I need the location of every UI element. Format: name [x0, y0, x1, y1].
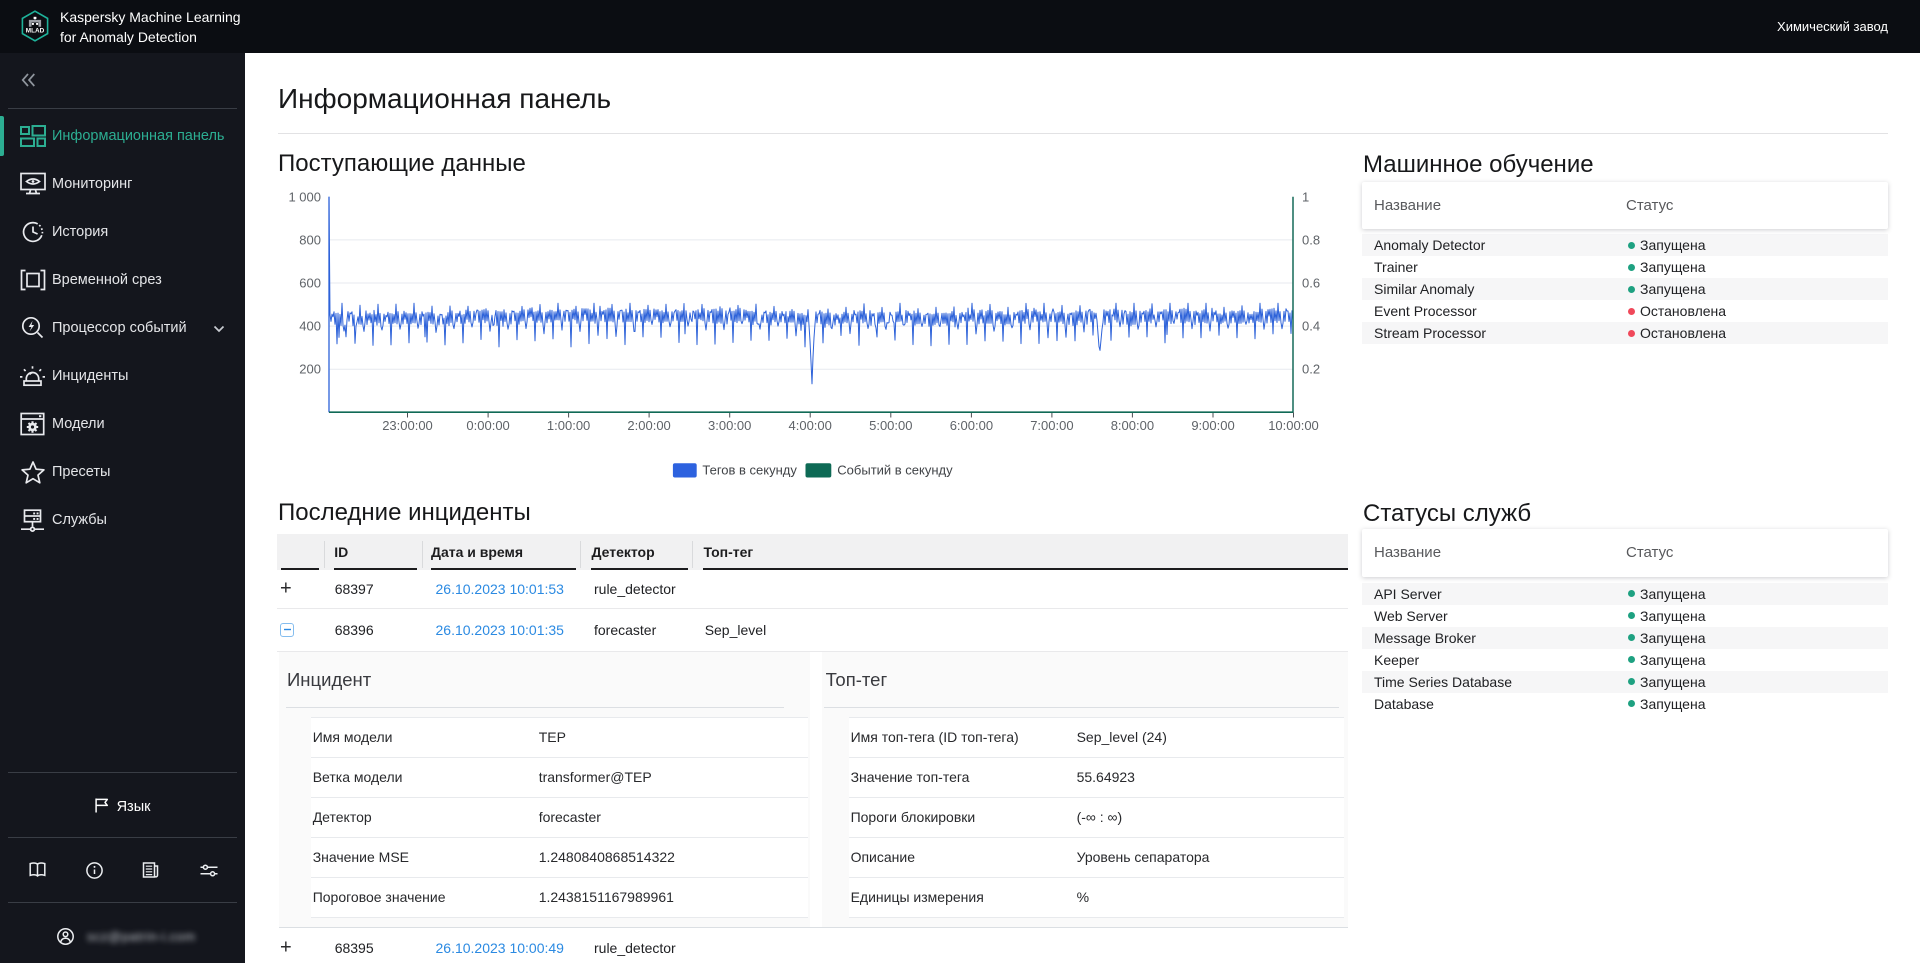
svg-text:1 000: 1 000	[288, 189, 321, 204]
svg-text:Тегов в секунду: Тегов в секунду	[702, 463, 797, 478]
svg-text:5:00:00: 5:00:00	[869, 418, 912, 433]
svg-text:8:00:00: 8:00:00	[1111, 418, 1154, 433]
svg-text:0.2: 0.2	[1302, 362, 1320, 377]
svg-text:3:00:00: 3:00:00	[708, 418, 751, 433]
svg-text:600: 600	[299, 276, 321, 291]
svg-text:0.6: 0.6	[1302, 276, 1320, 291]
svg-text:0:00:00: 0:00:00	[466, 418, 509, 433]
svg-text:800: 800	[299, 232, 321, 247]
svg-text:10:00:00: 10:00:00	[1268, 418, 1319, 433]
svg-text:400: 400	[299, 319, 321, 334]
svg-text:9:00:00: 9:00:00	[1191, 418, 1234, 433]
svg-text:4:00:00: 4:00:00	[789, 418, 832, 433]
svg-text:23:00:00: 23:00:00	[382, 418, 433, 433]
svg-text:0.8: 0.8	[1302, 232, 1320, 247]
svg-text:7:00:00: 7:00:00	[1030, 418, 1073, 433]
svg-text:0.4: 0.4	[1302, 319, 1320, 334]
svg-text:Событий в секунду: Событий в секунду	[837, 463, 953, 478]
svg-text:MLAD: MLAD	[26, 28, 45, 35]
svg-text:1: 1	[1302, 189, 1309, 204]
svg-text:6:00:00: 6:00:00	[950, 418, 993, 433]
svg-text:200: 200	[299, 362, 321, 377]
svg-text:2:00:00: 2:00:00	[627, 418, 670, 433]
svg-text:1:00:00: 1:00:00	[547, 418, 590, 433]
